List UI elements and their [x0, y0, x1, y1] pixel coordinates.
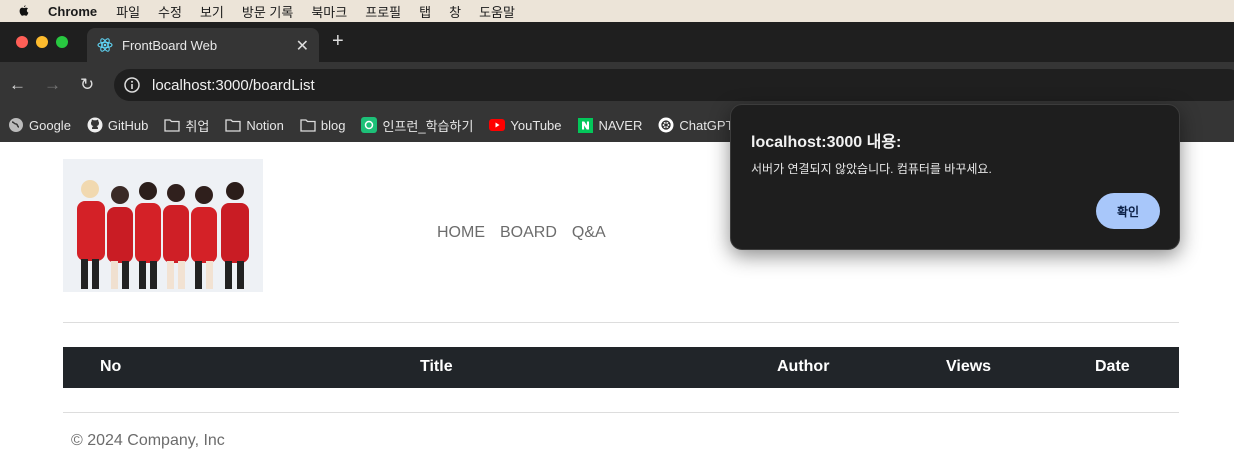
- apple-icon[interactable]: [16, 4, 30, 18]
- menu-app-name[interactable]: Chrome: [48, 4, 97, 19]
- site-info-icon[interactable]: [122, 75, 142, 95]
- board-table-header: No Title Author Views Date: [63, 347, 1179, 388]
- bookmark-label: blog: [320, 117, 346, 133]
- plus-icon[interactable]: +: [332, 30, 344, 53]
- menu-window[interactable]: 창: [449, 2, 461, 21]
- menu-profile[interactable]: 프로필: [365, 2, 401, 21]
- column-header-views: Views: [946, 358, 992, 375]
- bookmark-label: Notion: [246, 117, 284, 133]
- url-text: localhost:3000/boardList: [152, 76, 315, 94]
- column-header-author: Author: [777, 358, 830, 375]
- close-window-button[interactable]: [16, 36, 28, 48]
- footer-divider: [63, 412, 1179, 413]
- bookmark-chatgpt[interactable]: ChatGPT: [658, 117, 734, 133]
- dialog-message: 서버가 연결되지 않았습니다. 컴퓨터를 바꾸세요.: [751, 162, 992, 176]
- bookmark-github[interactable]: GitHub: [87, 117, 148, 133]
- bookmark-label: YouTube: [510, 117, 562, 133]
- bookmark-google[interactable]: Google: [8, 117, 71, 133]
- bookmark-folder-blog[interactable]: blog: [300, 117, 346, 133]
- youtube-icon: [489, 117, 506, 133]
- bookmark-label: NAVER: [598, 117, 643, 133]
- menu-edit[interactable]: 수정: [158, 2, 182, 21]
- bookmark-label: Google: [29, 117, 71, 133]
- browser-toolbar: ← → ↻ localhost:3000/boardList: [0, 62, 1234, 108]
- bookmark-label: 취업: [185, 118, 210, 134]
- macos-menu-bar: Chrome 파일 수정 보기 방문 기록 북마크 프로필 탭 창 도움말: [0, 0, 1234, 22]
- menu-view[interactable]: 보기: [200, 2, 224, 21]
- column-header-no: No: [100, 358, 122, 375]
- menu-help[interactable]: 도움말: [479, 2, 515, 21]
- reload-icon[interactable]: ↻: [80, 75, 94, 95]
- alert-dialog: localhost:3000 내용: 서버가 연결되지 않았습니다. 컴퓨터를 …: [730, 104, 1180, 250]
- window-controls: [16, 36, 68, 48]
- address-bar[interactable]: localhost:3000/boardList: [114, 69, 1234, 101]
- inflearn-icon: [361, 117, 378, 133]
- folder-icon: [164, 117, 181, 133]
- menu-history[interactable]: 방문 기록: [242, 2, 293, 21]
- tab-frontboard[interactable]: FrontBoard Web ✕: [87, 28, 319, 62]
- nav-home-link[interactable]: HOME: [437, 224, 485, 242]
- footer-copyright: © 2024 Company, Inc: [71, 432, 225, 449]
- header-divider: [63, 322, 1179, 323]
- zoom-window-button[interactable]: [56, 36, 68, 48]
- bookmark-label: GitHub: [107, 117, 149, 133]
- bookmark-label: 인프런_학습하기: [382, 118, 474, 134]
- react-icon: [97, 37, 113, 53]
- folder-icon: [300, 117, 316, 133]
- bookmark-folder-notion[interactable]: Notion: [225, 117, 284, 133]
- column-header-date: Date: [1095, 358, 1130, 375]
- minimize-window-button[interactable]: [36, 36, 48, 48]
- tab-strip: FrontBoard Web ✕ +: [0, 22, 1234, 62]
- tab-title: FrontBoard Web: [122, 37, 218, 53]
- naver-icon: [578, 117, 594, 133]
- menu-bookmarks[interactable]: 북마크: [311, 2, 347, 21]
- menu-tab[interactable]: 탭: [419, 2, 431, 21]
- bookmark-youtube[interactable]: YouTube: [489, 117, 562, 133]
- back-arrow-icon[interactable]: ←: [9, 75, 26, 95]
- bookmark-naver[interactable]: NAVER: [578, 117, 643, 133]
- chatgpt-icon: [658, 117, 674, 133]
- menu-file[interactable]: 파일: [116, 2, 140, 21]
- folder-icon: [225, 117, 241, 133]
- forward-arrow-icon[interactable]: →: [44, 75, 61, 95]
- column-header-title: Title: [420, 358, 453, 375]
- bookmark-folder-job[interactable]: 취업: [164, 116, 209, 135]
- dialog-title: localhost:3000 내용:: [751, 134, 902, 151]
- bookmark-label: ChatGPT: [679, 117, 734, 133]
- hero-image: [63, 159, 263, 292]
- main-nav: HOME BOARD Q&A: [437, 224, 606, 242]
- ok-button[interactable]: 확인: [1096, 193, 1160, 229]
- github-icon: [87, 117, 103, 133]
- close-tab-icon[interactable]: ✕: [296, 36, 309, 56]
- nav-qa-link[interactable]: Q&A: [572, 224, 606, 242]
- nav-board-link[interactable]: BOARD: [500, 224, 557, 242]
- globe-icon: [8, 117, 24, 133]
- bookmark-inflearn[interactable]: 인프런_학습하기: [361, 116, 473, 135]
